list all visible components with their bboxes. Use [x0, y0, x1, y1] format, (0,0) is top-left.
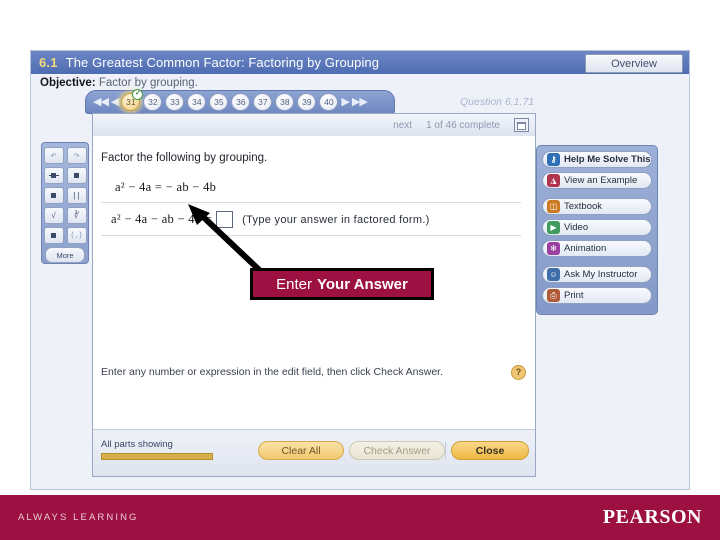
- section-header: 6.1 The Greatest Common Factor: Factorin…: [31, 51, 689, 74]
- pager-item-33[interactable]: 33: [165, 93, 185, 111]
- interval-icon[interactable]: ( , ): [66, 227, 87, 244]
- help-me-solve-this-button[interactable]: ⚷ Help Me Solve This: [542, 151, 652, 168]
- problem-prompt: Factor the following by grouping.: [101, 152, 268, 164]
- divider-1: [101, 202, 521, 203]
- section-number: 6.1: [39, 55, 58, 70]
- parts-status-label: All parts showing: [101, 439, 173, 450]
- subscript-icon[interactable]: [43, 227, 64, 244]
- pearson-footer: ALWAYS LEARNING PEARSON: [0, 495, 720, 540]
- footer-tagline: ALWAYS LEARNING: [18, 512, 139, 523]
- divider-2: [101, 235, 521, 236]
- dialog-titlebar: next 1 of 46 complete: [93, 114, 535, 137]
- key-icon: ⚷: [547, 153, 560, 166]
- textbook-button[interactable]: ◫ Textbook: [542, 198, 652, 215]
- book-icon: ◫: [547, 200, 560, 213]
- dialog-progress-text: 1 of 46 complete: [426, 119, 500, 131]
- undo-icon[interactable]: ↶: [43, 147, 64, 164]
- bag-icon: ◮: [547, 174, 560, 187]
- mixed-number-icon[interactable]: [66, 167, 87, 184]
- view-an-example-button[interactable]: ◮ View an Example: [542, 172, 652, 189]
- question-id: Question 6.1.71: [460, 96, 535, 108]
- exponent-icon[interactable]: [43, 187, 64, 204]
- section-title: The Greatest Common Factor: Factoring by…: [65, 55, 380, 70]
- square-root-icon[interactable]: √: [43, 207, 64, 224]
- screenshot-stage: 6.1 The Greatest Common Factor: Factorin…: [0, 0, 720, 540]
- helper-panel: ⚷ Help Me Solve This ◮ View an Example ◫…: [536, 145, 658, 315]
- dialog-next-link[interactable]: next: [393, 120, 412, 131]
- pager-item-38[interactable]: 38: [275, 93, 295, 111]
- helper-label: Ask My Instructor: [564, 269, 638, 280]
- instructor-icon: ☺: [547, 268, 560, 281]
- palette-more-button[interactable]: More: [45, 247, 85, 263]
- objective-line: Objective: Factor by grouping.: [40, 77, 198, 89]
- objective-label: Objective:: [40, 77, 96, 89]
- pager-item-40[interactable]: 40: [319, 93, 339, 111]
- pager-item-35[interactable]: 35: [209, 93, 229, 111]
- video-button[interactable]: ▶ Video: [542, 219, 652, 236]
- help-icon[interactable]: ?: [511, 365, 526, 380]
- helper-label: Animation: [564, 243, 607, 254]
- animation-button[interactable]: ✻ Animation: [542, 240, 652, 257]
- print-button[interactable]: ⎙ Print: [542, 287, 652, 304]
- nth-root-icon[interactable]: ∛: [66, 207, 87, 224]
- close-button[interactable]: Close: [451, 441, 529, 460]
- video-icon: ▶: [547, 221, 560, 234]
- dialog-bottom-bar: All parts showing Clear All Check Answer…: [93, 429, 535, 476]
- math-palette[interactable]: ↶ ↷ | | √ ∛ ( , ) More: [41, 142, 89, 264]
- pager-item-32[interactable]: 32: [143, 93, 163, 111]
- restore-window-icon[interactable]: [514, 118, 529, 132]
- pager-last-icon[interactable]: ▶▶: [352, 96, 368, 108]
- callout-word-1: Enter: [276, 275, 312, 293]
- fraction-icon[interactable]: [43, 167, 64, 184]
- helper-label: View an Example: [564, 175, 638, 186]
- pager-item-31[interactable]: 31 ✓: [121, 89, 144, 111]
- pager-first-icon[interactable]: ◀◀: [93, 96, 109, 108]
- helper-label: Help Me Solve This: [564, 154, 651, 165]
- printer-icon: ⎙: [547, 289, 560, 302]
- animation-icon: ✻: [547, 242, 560, 255]
- helper-label: Print: [564, 290, 584, 301]
- pager-item-34[interactable]: 34: [187, 93, 207, 111]
- redo-icon[interactable]: ↷: [66, 147, 87, 164]
- pager-next-icon[interactable]: ▶: [341, 96, 350, 108]
- parts-progress-bar: [101, 453, 213, 460]
- objective-text: Factor by grouping.: [98, 77, 198, 89]
- ask-my-instructor-button[interactable]: ☺ Ask My Instructor: [542, 266, 652, 283]
- check-answer-button[interactable]: Check Answer: [349, 441, 445, 460]
- pager-item-36[interactable]: 36: [231, 93, 251, 111]
- helper-label: Textbook: [564, 201, 603, 212]
- enter-your-answer-callout: Enter Your Answer: [250, 268, 434, 300]
- equation-line-1: a² − 4a = − ab − 4b: [115, 180, 217, 194]
- pager-item-37[interactable]: 37: [253, 93, 273, 111]
- edit-field-instruction: Enter any number or expression in the ed…: [101, 366, 444, 378]
- absolute-value-icon[interactable]: | |: [66, 187, 87, 204]
- question-pager[interactable]: ◀◀ ◀ 31 ✓ 32 33 34 35 36 37 38 39 40 ▶ ▶…: [85, 89, 395, 114]
- overview-button[interactable]: Overview: [585, 54, 683, 73]
- bottom-bar-divider: [445, 442, 446, 459]
- pager-complete-check-icon: ✓: [132, 89, 144, 100]
- clear-all-button[interactable]: Clear All: [258, 441, 344, 460]
- pager-item-39[interactable]: 39: [297, 93, 317, 111]
- pearson-logo: PEARSON: [602, 506, 702, 528]
- callout-word-2: Your Answer: [317, 275, 408, 293]
- helper-label: Video: [564, 222, 589, 233]
- pager-prev-icon[interactable]: ◀: [111, 96, 120, 108]
